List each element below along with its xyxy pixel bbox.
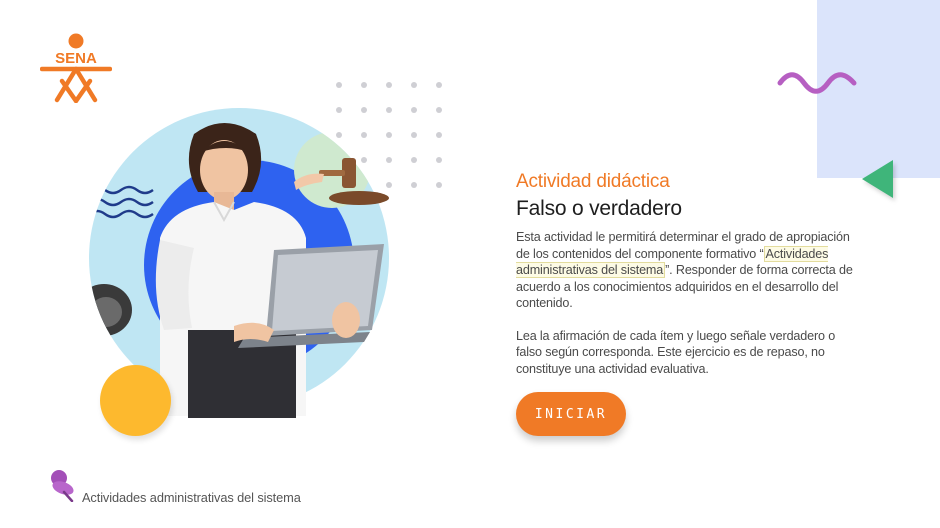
wave-decoration-icon <box>777 72 857 94</box>
pushpin-icon <box>51 470 74 502</box>
start-button[interactable]: INICIAR <box>516 392 626 436</box>
activity-title: Falso o verdadero <box>516 197 682 220</box>
activity-description: Esta actividad le permitirá determinar e… <box>516 229 861 312</box>
yellow-circle-decoration <box>100 365 171 436</box>
activity-instructions: Lea la afirmación de cada ítem y luego s… <box>516 328 836 376</box>
triangle-decoration-icon <box>862 160 893 198</box>
activity-intro: Actividad didáctica Falso o verdadero Es… <box>516 170 861 377</box>
logo-text: SENA <box>55 50 97 67</box>
sena-logo-icon: SENA <box>40 33 112 103</box>
activity-subtitle: Actividad didáctica <box>516 171 670 192</box>
footer-course-name: Actividades administrativas del sistema <box>82 490 301 505</box>
